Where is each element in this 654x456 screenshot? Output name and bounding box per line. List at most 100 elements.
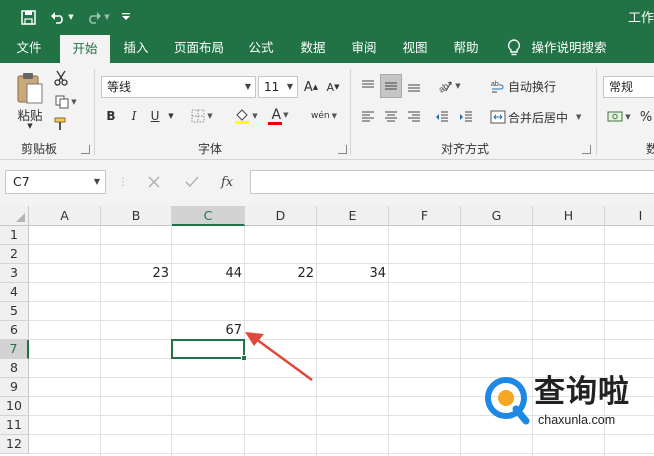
increase-font-size-icon[interactable]: A ▲ [302,78,320,96]
tab-view[interactable]: 视图 [394,33,436,63]
row-header-1[interactable]: 1 [0,226,29,245]
phonetic-guide-label: wén [311,111,330,121]
column-header-c[interactable]: C [172,206,245,226]
align-middle-icon[interactable] [380,74,402,98]
align-right-icon[interactable] [404,107,424,127]
row-header-7[interactable]: 7 [0,340,29,359]
row-header-3[interactable]: 3 [0,264,29,283]
alignment-launcher-icon[interactable] [582,145,591,154]
bold-button[interactable]: B [103,107,119,125]
font-launcher-icon[interactable] [338,145,347,154]
watermark: 查询啦 chaxunla.com [478,370,654,456]
cell-d3[interactable]: 22 [245,264,317,283]
cell-c3[interactable]: 44 [172,264,245,283]
customize-quick-access-icon[interactable] [118,7,134,27]
undo-icon[interactable]: ▼ [48,7,76,27]
gridline-vertical [100,226,101,456]
redo-icon[interactable]: ▼ [84,7,112,27]
column-header-g[interactable]: G [461,206,533,226]
cut-icon[interactable] [52,69,70,87]
cancel-icon[interactable] [148,170,160,194]
font-name-value: 等线 [107,80,132,94]
orientation-icon[interactable]: ab ▼ [434,75,464,97]
row-header-2[interactable]: 2 [0,245,29,264]
tab-review[interactable]: 审阅 [343,33,385,63]
excel-window: ▼ ▼ 工作 文件 开始 插入 页面布局 公式 数据 审阅 视图 帮助 操作说明… [0,0,654,456]
font-size-value: 11 [264,80,280,94]
italic-button[interactable]: I [126,107,142,125]
row-header-10[interactable]: 10 [0,397,29,416]
row-header-12[interactable]: 12 [0,435,29,454]
column-header-f[interactable]: F [389,206,461,226]
copy-icon[interactable]: ▼ [52,93,80,111]
row-header-9[interactable]: 9 [0,378,29,397]
increase-indent-icon[interactable] [456,107,476,127]
paste-icon[interactable] [12,69,48,107]
underline-button[interactable]: U [147,107,163,125]
active-cell-selection[interactable] [171,339,247,361]
row-header-11[interactable]: 11 [0,416,29,435]
underline-dropdown-arrow[interactable]: ▼ [166,107,176,125]
group-divider [596,69,597,155]
align-bottom-icon[interactable] [404,75,424,97]
tell-me-search[interactable]: 操作说明搜索 [528,33,610,63]
wrap-text-icon[interactable]: ab [488,75,508,97]
number-format-dropdown[interactable]: 常规 [603,76,654,98]
decrease-font-size-icon[interactable]: A ▼ [324,78,342,96]
window-title: 工作 [627,11,654,26]
font-name-dropdown[interactable]: 等线 ▼ [101,76,256,98]
column-header-b[interactable]: B [101,206,172,226]
tab-insert[interactable]: 插入 [114,33,158,63]
font-size-dropdown[interactable]: 11 ▼ [258,76,298,98]
enter-icon[interactable] [185,170,199,194]
lightbulb-icon [507,39,521,56]
column-header-e[interactable]: E [317,206,389,226]
decrease-indent-icon[interactable] [432,107,452,127]
row-header-6[interactable]: 6 [0,321,29,340]
cell-b3[interactable]: 23 [101,264,172,283]
column-header-h[interactable]: H [533,206,605,226]
align-left-icon[interactable] [358,107,378,127]
clipboard-launcher-icon[interactable] [81,145,90,154]
font-color-button[interactable]: A ▼ [266,105,294,127]
phonetic-guide-button[interactable]: wén ▼ [306,105,342,127]
select-all-button[interactable] [0,206,29,226]
name-box[interactable]: C7 ▼ [5,170,106,194]
gridline-horizontal [29,320,654,321]
cell-e3[interactable]: 34 [317,264,389,283]
column-header-a[interactable]: A [29,206,101,226]
wrap-text-button[interactable]: 自动换行 [508,75,564,97]
tab-data[interactable]: 数据 [292,33,334,63]
insert-function-button[interactable]: fx [221,170,233,194]
align-top-icon[interactable] [358,75,378,97]
tab-page-layout[interactable]: 页面布局 [168,33,230,63]
row-header-5[interactable]: 5 [0,302,29,321]
format-painter-icon[interactable] [52,115,70,133]
font-color-swatch [268,121,282,125]
column-header-i[interactable]: I [605,206,654,226]
formula-bar: C7 ▼ ⋮ fx [0,160,654,206]
gridline-horizontal [29,244,654,245]
tab-formulas[interactable]: 公式 [240,33,282,63]
formula-input[interactable] [250,170,654,194]
save-icon[interactable] [18,7,38,27]
watermark-url: chaxunla.com [538,413,616,427]
number-group-label: 数 [645,142,654,156]
row-header-8[interactable]: 8 [0,359,29,378]
accounting-format-icon[interactable]: ▼ [604,106,634,128]
fill-color-icon[interactable]: ▼ [232,106,260,126]
column-header-d[interactable]: D [245,206,317,226]
number-format-value: 常规 [609,80,634,94]
paste-dropdown-arrow[interactable]: ▼ [22,121,38,131]
borders-icon[interactable]: ▼ [188,107,216,125]
align-center-icon[interactable] [381,107,401,127]
tab-file[interactable]: 文件 [6,33,52,63]
tab-home[interactable]: 开始 [60,35,110,63]
row-header-4[interactable]: 4 [0,283,29,302]
merge-center-label: 合并后居中 [508,110,569,125]
percent-style-icon[interactable]: % [638,106,654,128]
cell-c6[interactable]: 67 [172,321,245,340]
tab-help[interactable]: 帮助 [445,33,487,63]
merge-center-icon[interactable] [488,106,508,128]
merge-center-button[interactable]: 合并后居中 ▼ [508,106,592,128]
